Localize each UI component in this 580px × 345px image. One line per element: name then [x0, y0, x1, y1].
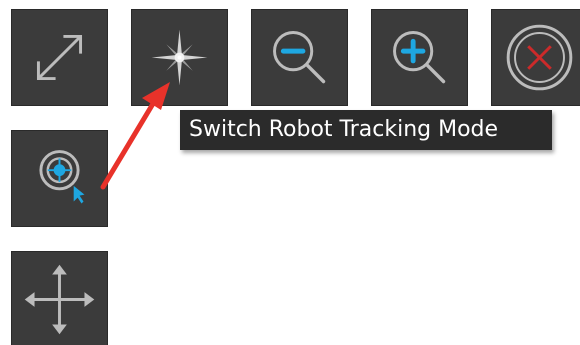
close-button[interactable]: [491, 9, 580, 106]
target-cursor-icon: [39, 150, 85, 204]
zoom-in-icon: [393, 31, 446, 84]
target-button[interactable]: [11, 130, 108, 227]
pan-button[interactable]: [11, 251, 108, 345]
zoom-out-button[interactable]: [251, 9, 348, 106]
expand-button[interactable]: [11, 9, 108, 106]
tooltip: Switch Robot Tracking Mode: [180, 110, 552, 150]
move-arrows-icon: [24, 264, 95, 335]
zoom-out-icon: [273, 31, 326, 84]
map-toolbar: Switch Robot Tracking Mode: [0, 0, 580, 345]
expand-arrows-icon: [36, 34, 83, 81]
close-circle-icon: [506, 24, 573, 91]
zoom-in-button[interactable]: [371, 9, 468, 106]
compass-star-icon: [151, 29, 208, 86]
robot-tracking-button[interactable]: [131, 9, 228, 106]
